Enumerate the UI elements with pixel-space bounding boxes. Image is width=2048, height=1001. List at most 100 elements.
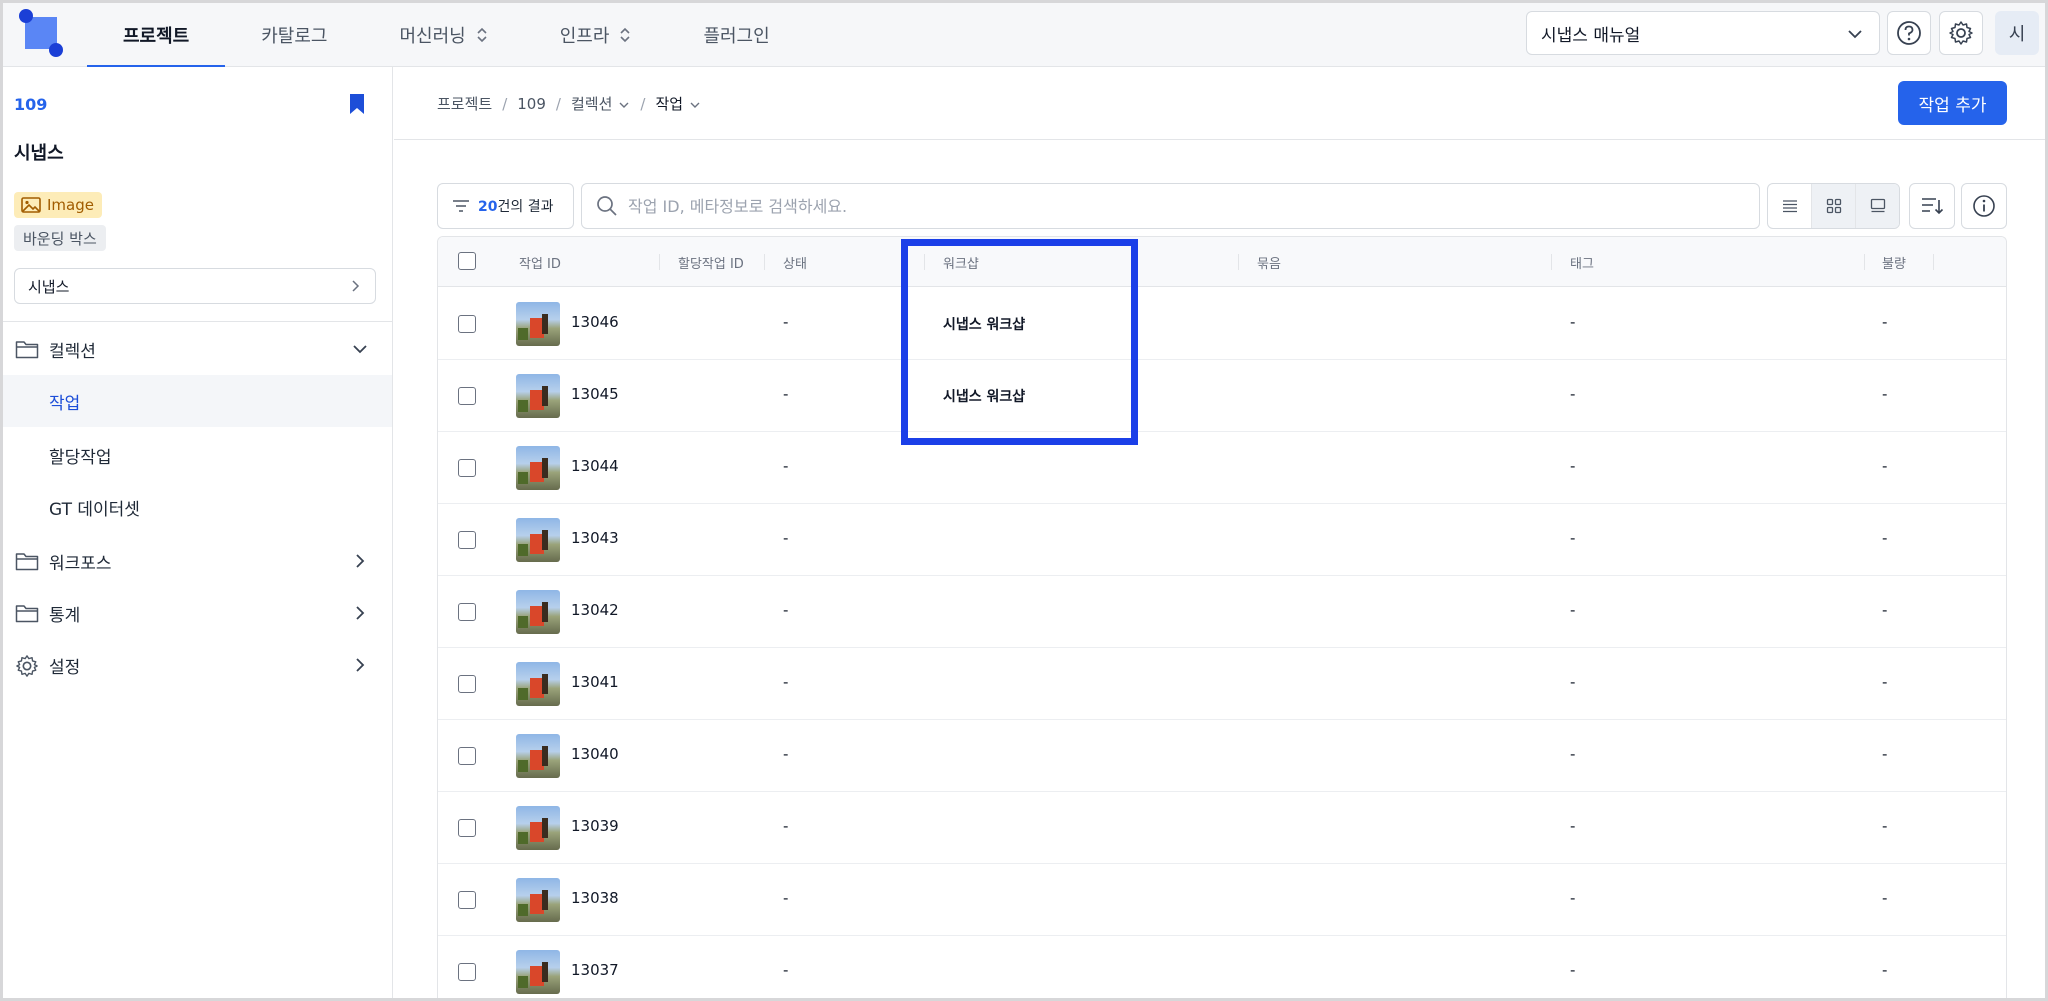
list-view-button[interactable] (1768, 184, 1811, 228)
search-input[interactable] (628, 196, 1728, 216)
task-id[interactable]: 13040 (571, 745, 619, 763)
task-thumbnail[interactable] (516, 446, 560, 490)
task-id[interactable]: 13044 (571, 457, 619, 475)
filter-button[interactable]: 20건의 결과 (437, 183, 574, 229)
row-checkbox[interactable] (458, 747, 476, 765)
column-defect[interactable]: 불량 (1882, 253, 1906, 272)
task-tag: - (1570, 745, 1576, 763)
select-all-checkbox[interactable] (458, 252, 476, 270)
task-thumbnail[interactable] (516, 518, 560, 562)
table-row[interactable]: 13038 - - - (438, 864, 2006, 936)
column-status[interactable]: 상태 (783, 253, 807, 272)
chevron-down-icon (690, 102, 700, 108)
sidebar-item-task[interactable]: 작업 (3, 375, 392, 427)
manual-select[interactable]: 시냅스 매뉴얼 (1526, 11, 1880, 55)
task-defect: - (1882, 817, 1888, 835)
task-id[interactable]: 13038 (571, 889, 619, 907)
sidebar-item-stats[interactable]: 통계 (3, 587, 392, 639)
grid-icon (1826, 198, 1841, 214)
nav-tab-infra[interactable]: 인프라 (524, 3, 668, 67)
task-status: - (783, 673, 789, 691)
sidebar-item-gt-dataset[interactable]: GT 데이터셋 (3, 481, 392, 533)
table-row[interactable]: 13042 - - - (438, 576, 2006, 648)
app-window: 프로젝트 카탈로그 머신러닝 인프라 플러그인 시냅스 매뉴얼 시 109 시냅… (0, 0, 2048, 1001)
column-tag[interactable]: 태그 (1570, 253, 1594, 272)
task-workshop: 시냅스 워크샵 (943, 317, 1026, 333)
breadcrumb-collection[interactable]: 컬렉션 (571, 93, 630, 114)
nav-tab-catalog[interactable]: 카탈로그 (225, 3, 363, 67)
task-status: - (783, 601, 789, 619)
task-workshop: 시냅스 워크샵 (943, 389, 1026, 405)
task-thumbnail[interactable] (516, 806, 560, 850)
task-thumbnail[interactable] (516, 950, 560, 994)
task-thumbnail[interactable] (516, 302, 560, 346)
column-task-id[interactable]: 작업 ID (519, 253, 561, 272)
row-checkbox[interactable] (458, 603, 476, 621)
task-thumbnail[interactable] (516, 878, 560, 922)
table-row[interactable]: 13039 - - - (438, 792, 2006, 864)
task-thumbnail[interactable] (516, 734, 560, 778)
task-id[interactable]: 13045 (571, 385, 619, 403)
nav-tab-plugins[interactable]: 플러그인 (667, 3, 805, 67)
task-id[interactable]: 13041 (571, 673, 619, 691)
table-row[interactable]: 13044 - - - (438, 432, 2006, 504)
search-box[interactable] (581, 183, 1760, 229)
task-id[interactable]: 13046 (571, 313, 619, 331)
breadcrumb-task[interactable]: 작업 (655, 93, 701, 114)
row-checkbox[interactable] (458, 675, 476, 693)
user-avatar[interactable]: 시 (1995, 11, 2039, 55)
chevron-down-icon (1848, 30, 1862, 39)
nav-tab-machine-learning[interactable]: 머신러닝 (364, 3, 524, 67)
sidebar-item-collection[interactable]: 컬렉션 (3, 323, 392, 375)
nav-tab-projects[interactable]: 프로젝트 (87, 3, 226, 68)
help-button[interactable] (1887, 11, 1931, 55)
bookmark-icon[interactable] (348, 93, 366, 115)
chevron-right-icon (356, 554, 365, 568)
filter-icon (453, 200, 469, 212)
task-id[interactable]: 13043 (571, 529, 619, 547)
column-assign-id[interactable]: 할당작업 ID (678, 253, 744, 272)
sidebar-item-settings[interactable]: 설정 (3, 639, 392, 691)
folder-icon (15, 605, 39, 623)
task-id[interactable]: 13042 (571, 601, 619, 619)
task-thumbnail[interactable] (516, 374, 560, 418)
gear-icon (1949, 21, 1973, 45)
task-defect: - (1882, 457, 1888, 475)
info-button[interactable] (1961, 183, 2007, 229)
table-row[interactable]: 13040 - - - (438, 720, 2006, 792)
annotation-type-badge: 바운딩 박스 (14, 225, 106, 251)
sidebar-item-assignment[interactable]: 할당작업 (3, 429, 392, 481)
settings-button[interactable] (1939, 11, 1983, 55)
chevron-down-icon (619, 102, 629, 108)
row-checkbox[interactable] (458, 315, 476, 333)
table-row[interactable]: 13045 - 시냅스 워크샵 - - (438, 360, 2006, 432)
breadcrumb-projects[interactable]: 프로젝트 (437, 93, 492, 114)
row-checkbox[interactable] (458, 531, 476, 549)
grid-view-button[interactable] (1811, 184, 1855, 228)
sort-button[interactable] (1909, 183, 1955, 229)
task-status: - (783, 961, 789, 979)
add-task-button[interactable]: 작업 추가 (1898, 81, 2007, 125)
sidebar-item-workforce[interactable]: 워크포스 (3, 535, 392, 587)
app-logo[interactable] (17, 9, 63, 59)
chevron-right-icon (356, 658, 365, 672)
table-row[interactable]: 13037 - - - (438, 936, 2006, 998)
row-checkbox[interactable] (458, 819, 476, 837)
task-thumbnail[interactable] (516, 662, 560, 706)
sort-icon (1922, 198, 1944, 215)
gallery-view-button[interactable] (1855, 184, 1899, 228)
row-checkbox[interactable] (458, 963, 476, 981)
row-checkbox[interactable] (458, 891, 476, 909)
table-row[interactable]: 13046 - 시냅스 워크샵 - - (438, 288, 2006, 360)
row-checkbox[interactable] (458, 387, 476, 405)
workspace-select[interactable]: 시냅스 (14, 268, 376, 304)
table-row[interactable]: 13041 - - - (438, 648, 2006, 720)
table-row[interactable]: 13043 - - - (438, 504, 2006, 576)
task-thumbnail[interactable] (516, 590, 560, 634)
column-workshop[interactable]: 워크샵 (943, 253, 979, 272)
column-group[interactable]: 묶음 (1257, 253, 1281, 272)
task-id[interactable]: 13037 (571, 961, 619, 979)
task-id[interactable]: 13039 (571, 817, 619, 835)
row-checkbox[interactable] (458, 459, 476, 477)
breadcrumb-project-id[interactable]: 109 (517, 95, 546, 113)
